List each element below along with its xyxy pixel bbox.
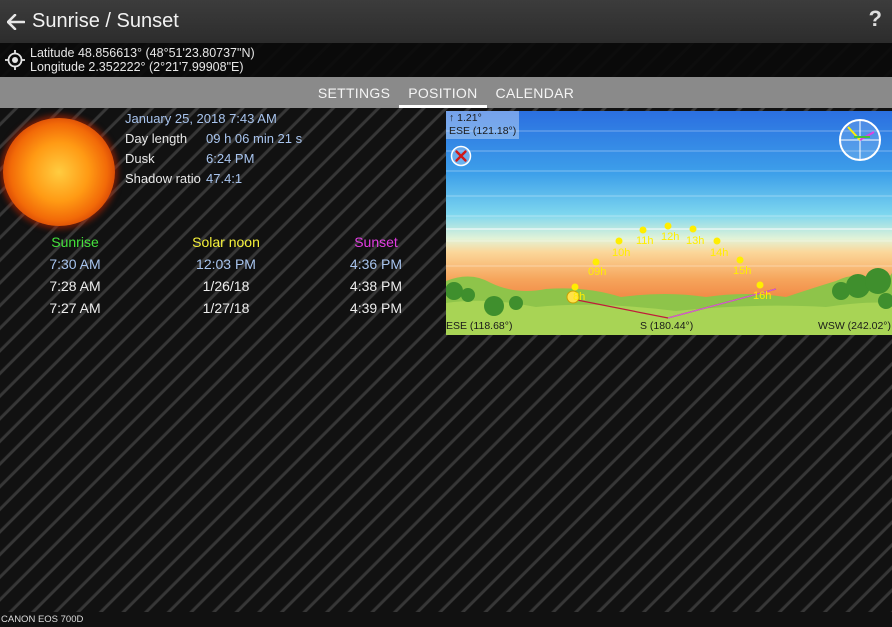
dusk-label: Dusk — [125, 151, 155, 166]
solar-noon-header: Solar noon — [192, 234, 260, 250]
shadow-ratio-row: Shadow ratio 47.4:1 — [125, 170, 302, 190]
sun-path-view[interactable]: ↑ 1.21° ESE (121.18°) 8h 09h 10h 11h 12h… — [446, 111, 892, 335]
hour-label: 11h — [636, 235, 654, 247]
dusk-row: Dusk 6:24 PM — [125, 150, 302, 170]
elevation-value: ↑ 1.21° — [449, 112, 482, 124]
location-bar: Latitude 48.856613° (48°51'23.80737"N) L… — [0, 43, 892, 77]
coordinates: Latitude 48.856613° (48°51'23.80737"N) L… — [30, 46, 255, 74]
table-header-row: Sunrise Solar noon Sunset — [0, 234, 440, 256]
hour-label: 09h — [588, 266, 607, 278]
tab-calendar[interactable]: CALENDAR — [487, 77, 584, 108]
table-row: 7:28 AM 1/26/18 4:38 PM — [0, 278, 440, 300]
hour-label: 15h — [733, 265, 752, 277]
table-cell: 4:39 PM — [349, 300, 403, 316]
hour-label: 12h — [661, 231, 680, 243]
back-button[interactable] — [0, 0, 32, 43]
current-datetime: January 25, 2018 7:43 AM — [125, 111, 277, 126]
sun-image — [3, 118, 115, 226]
direction-top-value: ESE (121.18°) — [449, 125, 517, 137]
app-title: Sunrise / Sunset — [32, 10, 179, 32]
hour-label: 16h — [753, 290, 772, 302]
latitude-text: Latitude 48.856613° (48°51'23.80737"N) — [30, 46, 255, 60]
right-azimuth-label: WSW (242.02°) — [817, 320, 891, 332]
sun-times-table: Sunrise Solar noon Sunset 7:30 AM 12:03 … — [0, 234, 440, 322]
table-cell: 7:28 AM — [49, 278, 101, 294]
sun-info-panel: January 25, 2018 7:43 AM Day length 09 h… — [125, 111, 302, 190]
left-azimuth-label: ESE (118.68°) — [446, 320, 513, 332]
close-icon — [450, 145, 472, 167]
tab-position[interactable]: POSITION — [399, 77, 487, 108]
day-length-label: Day length — [125, 131, 188, 146]
table-row: 7:30 AM 12:03 PM 4:36 PM — [0, 256, 440, 278]
dusk-value: 6:24 PM — [206, 151, 255, 166]
hour-label: 10h — [612, 247, 631, 259]
day-length-row: Day length 09 h 06 min 21 s — [125, 130, 302, 150]
table-cell: 1/26/18 — [202, 278, 250, 294]
hour-label: 13h — [686, 235, 705, 247]
elevation-readout: ↑ 1.21° ESE (121.18°) — [446, 111, 520, 139]
table-cell: 7:30 AM — [49, 256, 101, 272]
table-cell: 4:38 PM — [349, 278, 403, 294]
sunset-header: Sunset — [354, 234, 398, 250]
hour-label: 8h — [573, 291, 586, 303]
arrow-left-icon — [7, 13, 25, 30]
shadow-ratio-label: Shadow ratio — [125, 171, 201, 186]
app-bar: Sunrise / Sunset ? — [0, 0, 892, 43]
sunrise-header: Sunrise — [51, 234, 99, 250]
shadow-ratio-value: 47.4:1 — [206, 171, 243, 186]
table-row: 7:27 AM 1/27/18 4:39 PM — [0, 300, 440, 322]
table-cell: 12:03 PM — [196, 256, 256, 272]
help-button[interactable]: ? — [869, 6, 882, 32]
table-cell: 4:36 PM — [349, 256, 403, 272]
sun-path-graphic — [446, 119, 892, 335]
table-cell: 7:27 AM — [49, 300, 101, 316]
day-length-value: 09 h 06 min 21 s — [206, 131, 303, 146]
hour-label: 14h — [710, 247, 729, 259]
camera-label: CANON EOS 700D — [0, 612, 892, 627]
tab-bar: SETTINGS POSITION CALENDAR — [0, 77, 892, 108]
gps-crosshair-icon[interactable] — [0, 43, 30, 77]
center-azimuth-label: S (180.44°) — [640, 320, 694, 332]
longitude-text: Longitude 2.352222° (2°21'7.99908"E) — [30, 60, 244, 74]
tab-settings[interactable]: SETTINGS — [309, 77, 399, 108]
close-overlay-button[interactable] — [450, 145, 472, 167]
table-cell: 1/27/18 — [202, 300, 250, 316]
